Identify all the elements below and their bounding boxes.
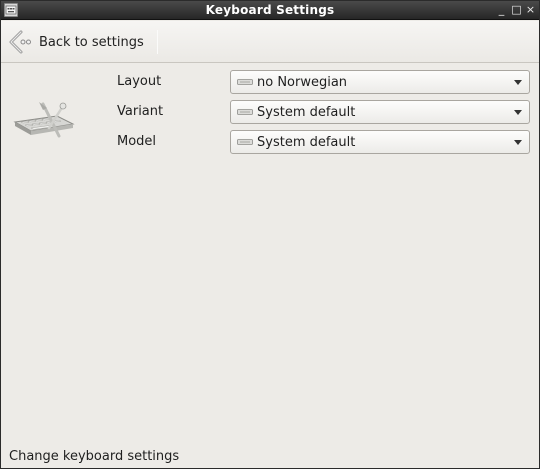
back-to-settings-button[interactable]: Back to settings [7,27,149,57]
variant-value: System default [257,104,356,120]
window-title: Keyboard Settings [205,3,335,17]
keyboard-settings-icon [13,102,75,138]
chevron-down-icon [514,140,522,145]
chevron-down-icon [514,110,522,115]
model-label: Model [117,134,157,149]
back-button-label: Back to settings [39,34,144,50]
layout-combobox[interactable]: no Norwegian [230,70,530,94]
layout-value: no Norwegian [257,74,348,90]
back-arrow-icon [9,30,31,54]
close-button[interactable]: × [524,3,537,17]
status-text: Change keyboard settings [9,449,180,464]
variant-combobox[interactable]: System default [230,100,530,124]
keyboard-icon [237,109,253,115]
minimize-button[interactable]: _ [495,3,508,17]
model-combobox[interactable]: System default [230,130,530,154]
model-value: System default [257,134,356,150]
layout-label: Layout [117,74,162,89]
chevron-down-icon [514,80,522,85]
title-bar[interactable]: Keyboard Settings _ □ × [1,1,539,20]
keyboard-icon [237,139,253,145]
keyboard-icon [237,79,253,85]
status-bar: Change keyboard settings [1,445,539,468]
toolbar-separator [157,30,158,54]
variant-label: Variant [117,104,164,119]
maximize-button[interactable]: □ [510,3,523,17]
settings-panel: Layout no Norwegian Variant System defau… [1,64,539,444]
toolbar: Back to settings [1,21,539,63]
keyboard-settings-window: Keyboard Settings _ □ × Back to settings [0,0,540,469]
